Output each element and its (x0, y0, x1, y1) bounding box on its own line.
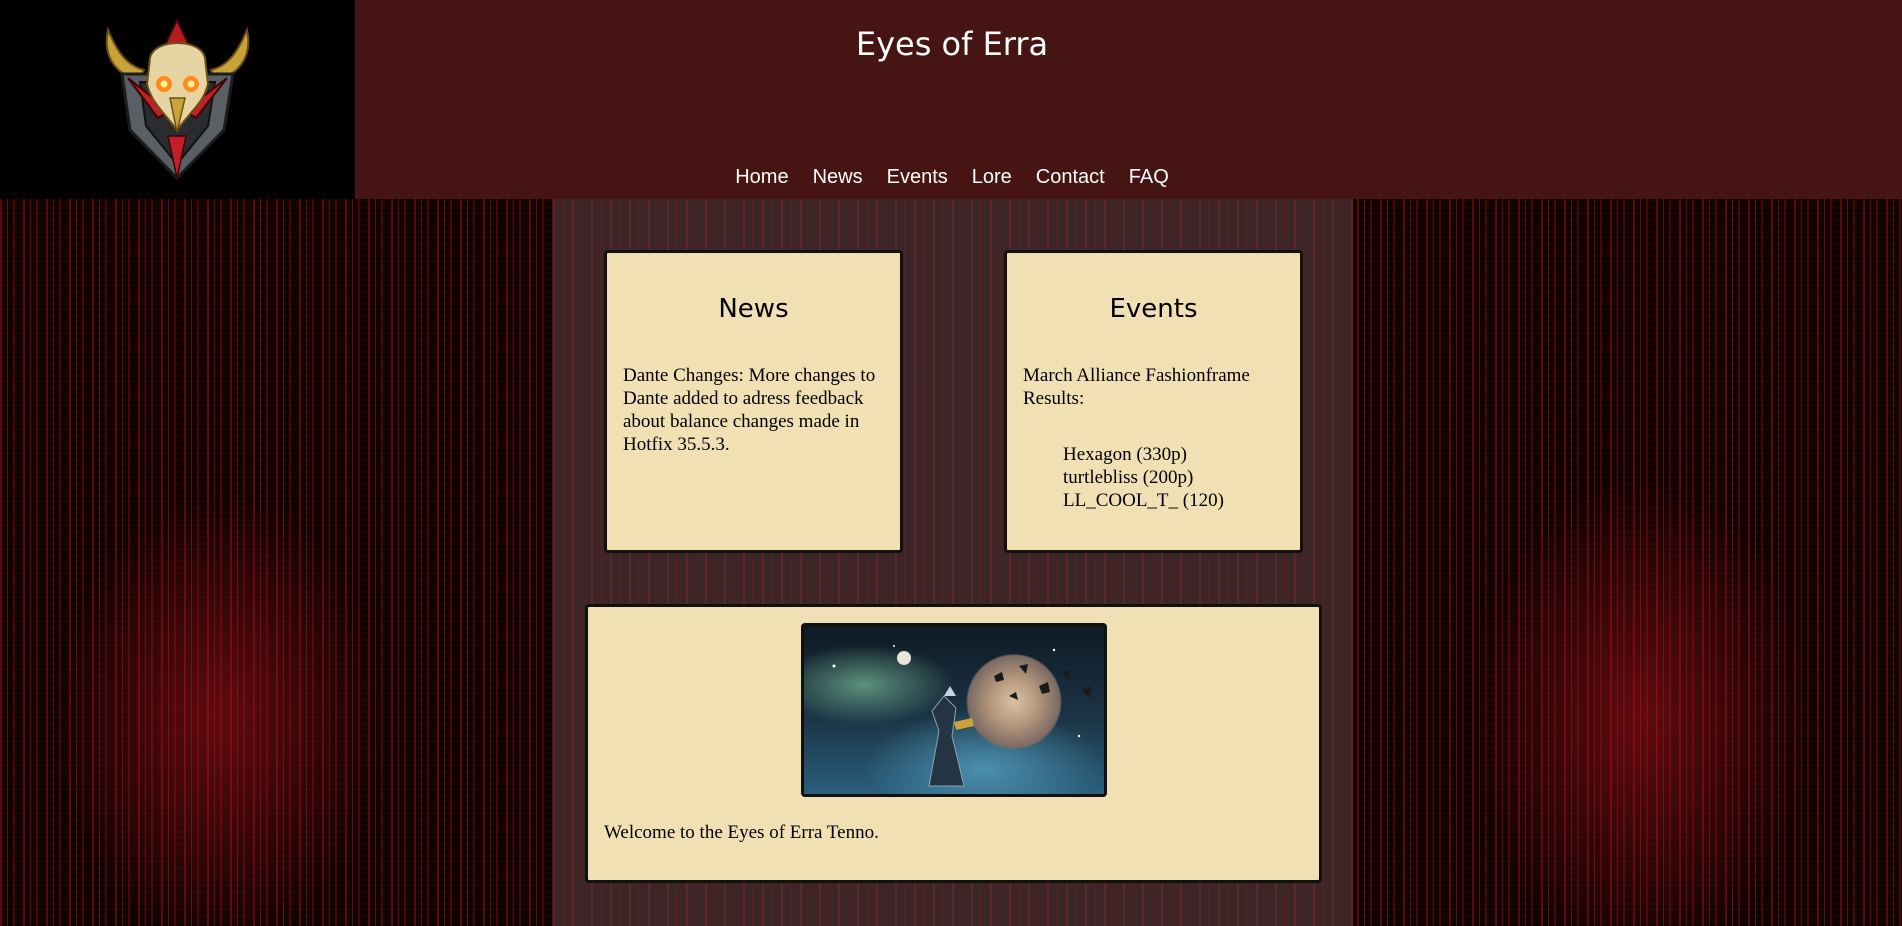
welcome-text: Welcome to the Eyes of Erra Tenno. (604, 822, 879, 843)
news-card: News Dante Changes: More changes to Dant… (604, 250, 903, 553)
nav-link-lore[interactable]: Lore (960, 164, 1024, 190)
main-nav: Home News Events Lore Contact FAQ (355, 164, 1549, 190)
news-card-title: News (718, 294, 789, 324)
nav-link-contact[interactable]: Contact (1024, 164, 1117, 190)
site-title: Eyes of Erra (855, 25, 1049, 63)
fashionframe-results-list: Hexagon (330p) turtlebliss (200p) LL_COO… (1063, 443, 1284, 512)
banner-art (832, 645, 1092, 787)
crested-skull-emblem-logo[interactable] (100, 18, 255, 180)
list-item: turtlebliss (200p) (1063, 467, 1194, 488)
events-card: Events March Alliance Fashionframe Resul… (1004, 250, 1303, 553)
list-item: LL_COOL_T_ (120) (1063, 490, 1224, 511)
nav-link-news[interactable]: News (801, 164, 875, 190)
logo-area (0, 0, 355, 199)
list-item: Hexagon (330p) (1063, 444, 1187, 465)
space-warframe-banner-image (800, 623, 1107, 797)
nav-link-home[interactable]: Home (723, 164, 800, 190)
welcome-card: Welcome to the Eyes of Erra Tenno. (585, 604, 1322, 883)
events-card-title: Events (1109, 294, 1198, 324)
nav-link-events[interactable]: Events (875, 164, 960, 190)
nav-link-faq[interactable]: FAQ (1117, 164, 1181, 190)
events-card-text: March Alliance Fashionframe Results: (1023, 365, 1250, 409)
site-header: Eyes of Erra Home News Events Lore Conta… (0, 0, 1902, 199)
news-card-text: Dante Changes: More changes to Dante add… (623, 365, 876, 455)
